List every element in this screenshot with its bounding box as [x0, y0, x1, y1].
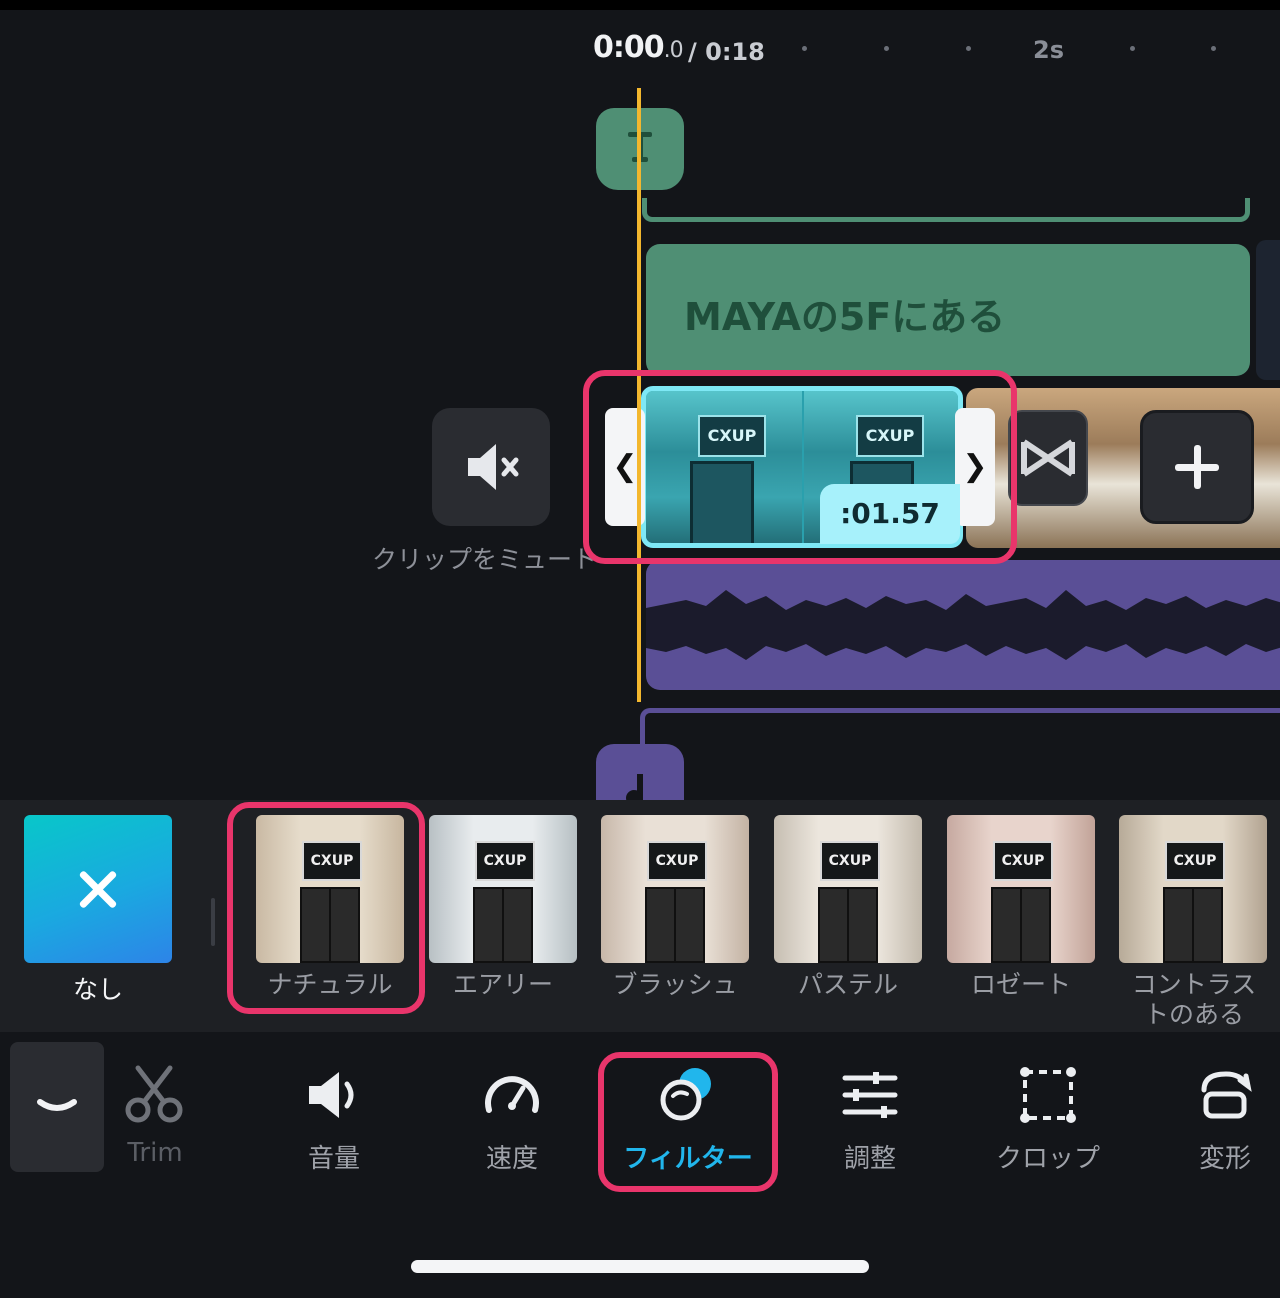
filter-tile-contrast[interactable]: CXUP: [1119, 815, 1267, 963]
text-track-bracket: [642, 198, 1250, 222]
home-indicator[interactable]: [411, 1260, 869, 1273]
volume-icon: [309, 1072, 354, 1118]
filter-label-pastel: パステル: [797, 970, 898, 999]
total-time: / 0:18: [688, 38, 765, 66]
speedometer-icon: [485, 1076, 539, 1113]
tool-crop[interactable]: クロップ: [973, 1060, 1123, 1175]
filter-tile-pastel[interactable]: CXUP: [774, 815, 922, 963]
filter-tile-blush[interactable]: CXUP: [601, 815, 749, 963]
sliders-icon: [842, 1072, 898, 1118]
highlight-filter-tool: [598, 1052, 778, 1192]
current-time: 0:00.0: [593, 30, 684, 65]
tool-speed[interactable]: 速度: [437, 1060, 587, 1175]
mute-clip-label: クリップをミュート: [372, 545, 598, 574]
mute-clip-button[interactable]: [432, 408, 550, 526]
tool-trim[interactable]: Trim: [80, 1060, 230, 1168]
filter-none-label: なし: [72, 975, 123, 1004]
filter-divider: [211, 898, 215, 946]
filter-label-blush: ブラッシュ: [612, 970, 738, 999]
filter-tile-rosette[interactable]: CXUP: [947, 815, 1095, 963]
scissors-icon: [125, 1065, 183, 1123]
ruler-tick: [802, 46, 807, 51]
speaker-muted-icon: [468, 444, 519, 490]
filter-label-rosette: ロゼート: [970, 970, 1071, 999]
audio-track-bracket: [640, 708, 1280, 748]
tool-adjust[interactable]: 調整: [795, 1060, 945, 1175]
music-note-icon: [626, 774, 643, 804]
crop-icon: [1020, 1067, 1076, 1123]
text-clip-next[interactable]: [1256, 240, 1280, 380]
transition-button[interactable]: [1008, 410, 1088, 506]
ruler-tick: [1211, 46, 1216, 51]
text-clip-label: MAYAの5Fにある: [684, 295, 1006, 339]
ruler-tick: [884, 46, 889, 51]
filter-label-airy: エアリー: [452, 970, 553, 999]
tool-transform[interactable]: 変形: [1150, 1060, 1280, 1175]
audio-waveform: [646, 590, 1280, 660]
ruler-tick: [966, 46, 971, 51]
audio-track-tab[interactable]: [596, 744, 684, 804]
filter-tile-airy[interactable]: CXUP: [429, 815, 577, 963]
add-clip-button[interactable]: [1140, 410, 1254, 524]
audio-clip[interactable]: [646, 560, 1280, 690]
transform-icon: [1201, 1071, 1252, 1119]
highlight-selected-clip: [583, 370, 1017, 564]
ruler-tick: [1130, 46, 1135, 51]
text-clip[interactable]: MAYAの5Fにある: [646, 244, 1250, 376]
highlight-natural-filter: [227, 802, 425, 1014]
filter-none-button[interactable]: [24, 815, 172, 963]
filter-label-contrast: コントラストのある: [1131, 970, 1257, 1029]
status-bar-strip: [0, 0, 1280, 10]
transition-icon: [1021, 439, 1075, 477]
tool-volume[interactable]: 音量: [259, 1060, 409, 1175]
ruler-mark-label: 2s: [1033, 36, 1064, 64]
